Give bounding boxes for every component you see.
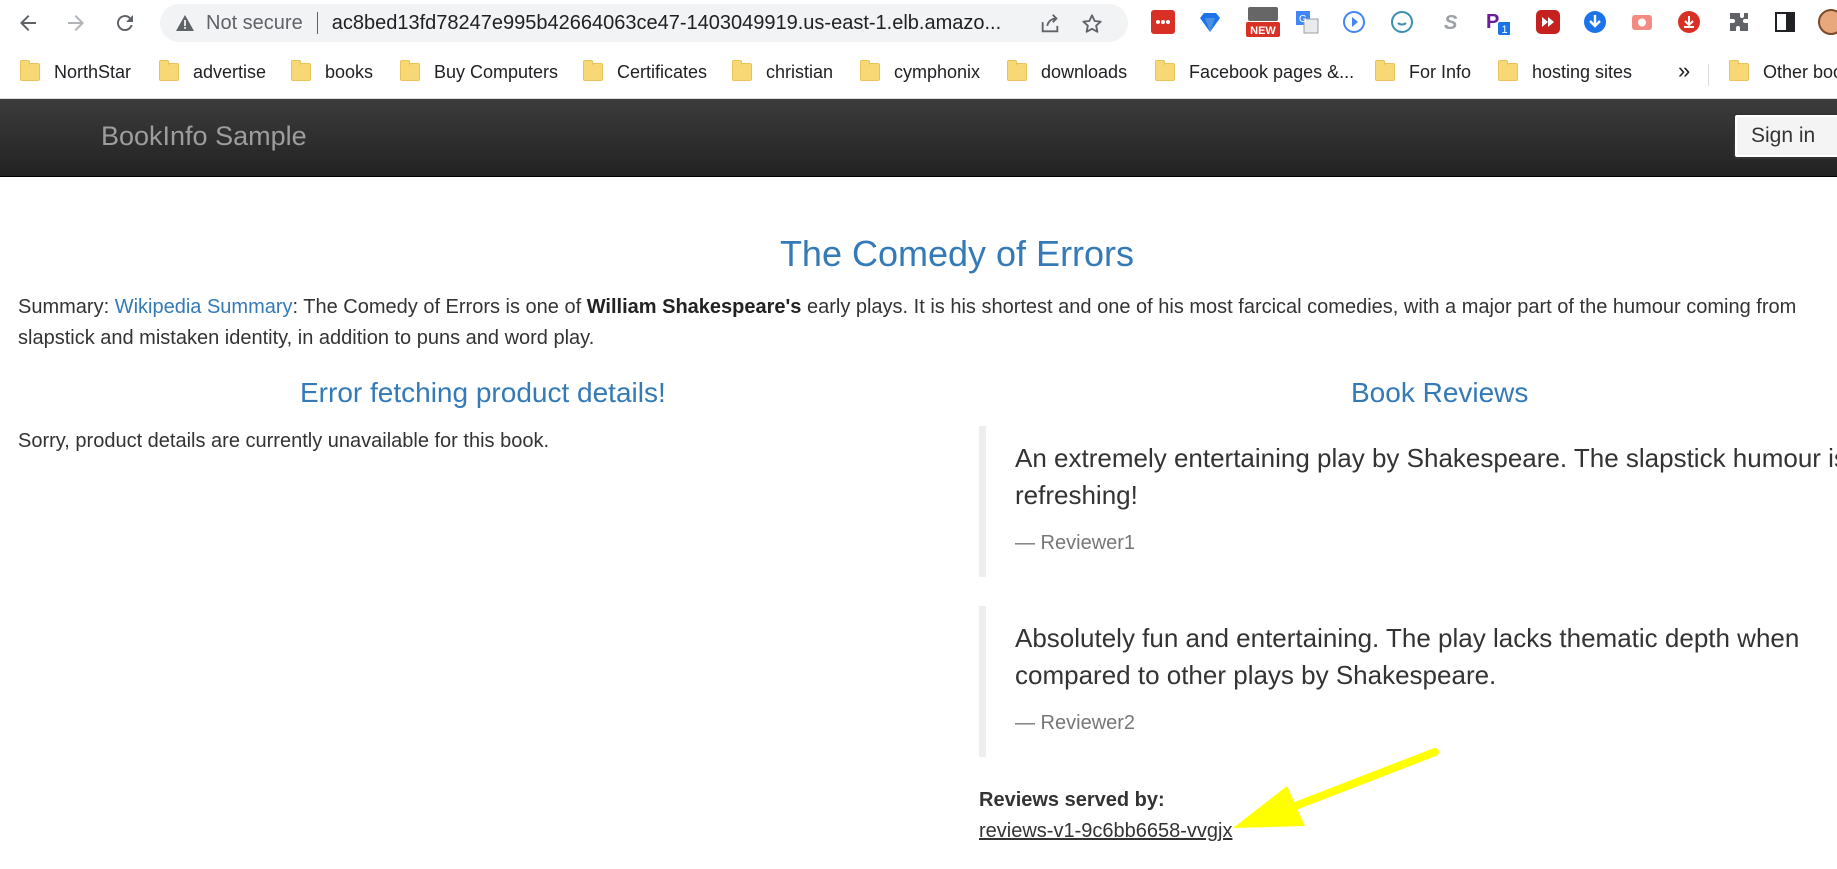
extension-forward-icon[interactable] [1535, 9, 1561, 35]
details-error-heading: Error fetching product details! [300, 377, 666, 408]
extension-new-icon[interactable]: NEW [1243, 7, 1283, 37]
page-title: The Comedy of Errors [779, 233, 1135, 274]
bookmarks-bar: NorthStar advertise books Buy Computers … [0, 46, 1837, 99]
folder-icon [1375, 60, 1395, 81]
reload-button[interactable] [108, 6, 142, 40]
bookmark-label: cymphonix [894, 61, 981, 82]
folder-icon [583, 60, 603, 81]
book-reviews-heading: Book Reviews [1351, 377, 1529, 408]
extension-p-icon[interactable]: P1 [1484, 9, 1510, 36]
bookmark-downloads[interactable]: downloads [1007, 58, 1127, 86]
back-button[interactable] [11, 6, 45, 40]
svg-text:G: G [1299, 14, 1307, 25]
share-icon[interactable] [1038, 12, 1062, 36]
review-author: — Reviewer1 [1015, 532, 1136, 554]
extensions-puzzle-icon[interactable] [1726, 9, 1752, 35]
extension-diamond-icon[interactable] [1197, 9, 1223, 35]
extension-download-icon[interactable] [1582, 9, 1608, 35]
browser-toolbar: Not secure ac8bed13fd78247e995b42664063c… [0, 0, 1837, 46]
review-author: — Reviewer2 [1015, 712, 1136, 734]
bookmark-label: For Info [1409, 61, 1472, 82]
bookmark-label: Certificates [617, 61, 708, 82]
navbar-brand[interactable]: BookInfo Sample [101, 121, 307, 152]
wikipedia-summary-link[interactable]: Wikipedia Summary [115, 296, 293, 318]
folder-icon [1155, 60, 1175, 81]
summary-text-1: : The Comedy of Errors is one of [292, 296, 587, 318]
folder-icon [400, 60, 420, 81]
extension-red-dots-icon[interactable] [1150, 9, 1176, 35]
bookmark-label: NorthStar [54, 61, 132, 82]
bookmark-star-icon[interactable] [1080, 12, 1104, 36]
extension-translate-icon[interactable]: G [1294, 9, 1320, 35]
review-item: Absolutely fun and entertaining. The pla… [979, 606, 1837, 757]
svg-text:P: P [1486, 11, 1499, 33]
extension-s-icon[interactable]: S [1437, 9, 1463, 35]
bookmark-advertise[interactable]: advertise [159, 58, 266, 86]
bookmark-northstar[interactable]: NorthStar [20, 58, 131, 86]
forward-arrow-icon [68, 15, 84, 31]
back-arrow-icon [20, 15, 36, 31]
security-label[interactable]: Not secure [206, 12, 303, 35]
folder-icon [159, 60, 179, 81]
bookmark-certificates[interactable]: Certificates [583, 58, 707, 86]
profile-avatar[interactable] [1818, 9, 1837, 35]
bookmark-label: hosting sites [1532, 61, 1633, 82]
bookmark-buy-computers[interactable]: Buy Computers [400, 58, 558, 86]
extension-save-icon[interactable] [1676, 9, 1702, 35]
folder-icon [1007, 60, 1027, 81]
forward-button[interactable] [59, 6, 93, 40]
extension-badge-count: 1 [1501, 24, 1507, 36]
new-badge: NEW [1250, 25, 1276, 37]
folder-icon [732, 60, 752, 81]
bookmark-label: christian [766, 61, 834, 82]
summary-prefix: Summary: [18, 296, 115, 318]
bookmark-label: Buy Computers [434, 61, 559, 82]
folder-icon [1498, 60, 1518, 81]
site-navbar: BookInfo Sample Sign in [0, 99, 1837, 177]
url-text[interactable]: ac8bed13fd78247e995b42664063ce47-1403049… [332, 12, 1026, 35]
address-bar[interactable]: Not secure ac8bed13fd78247e995b42664063c… [160, 4, 1128, 42]
extension-chat-icon[interactable] [1389, 9, 1415, 35]
sign-in-button[interactable]: Sign in [1733, 113, 1837, 159]
bookmark-label: books [325, 61, 374, 82]
annotation-arrow-icon [1233, 748, 1439, 828]
reviews-served-by-label: Reviews served by: [979, 789, 1165, 811]
folder-icon [291, 60, 311, 81]
bookmark-label: Facebook pages &... [1189, 61, 1355, 82]
folder-icon [860, 60, 880, 81]
summary-bold-author: William Shakespeare's [586, 296, 802, 318]
bookmark-books[interactable]: books [291, 58, 373, 86]
extension-camera-icon[interactable] [1629, 9, 1655, 35]
bookmark-label: downloads [1041, 61, 1128, 82]
bookmark-christian[interactable]: christian [732, 58, 833, 86]
bookmark-label: Other boo [1763, 61, 1837, 82]
bookmark-label: advertise [193, 61, 267, 82]
folder-icon [1729, 60, 1749, 81]
review-text: An extremely entertaining play by Shakes… [1015, 443, 1837, 510]
more-bookmarks-button[interactable]: » [1678, 58, 1690, 84]
product-summary: Summary: Wikipedia Summary: The Comedy o… [18, 292, 1837, 354]
svg-text:S: S [1444, 12, 1458, 34]
reload-icon [116, 15, 133, 32]
bookmark-facebook-pages[interactable]: Facebook pages &... [1155, 58, 1354, 86]
review-text: Absolutely fun and entertaining. The pla… [1015, 623, 1800, 690]
bookmark-for-info[interactable]: For Info [1375, 58, 1471, 86]
bookmarks-divider [1708, 64, 1709, 86]
reviews-served-by-pod[interactable]: reviews-v1-9c6bb6658-vvgjx [979, 820, 1232, 843]
folder-icon [20, 60, 40, 81]
side-panel-icon[interactable] [1772, 9, 1798, 35]
extension-play-icon[interactable] [1341, 9, 1367, 35]
bookmark-cymphonix[interactable]: cymphonix [860, 58, 980, 86]
review-item: An extremely entertaining play by Shakes… [979, 426, 1837, 577]
warning-icon [176, 14, 194, 32]
bookmark-other[interactable]: Other boo [1729, 58, 1837, 86]
details-error-message: Sorry, product details are currently una… [18, 430, 550, 452]
bookmark-hosting-sites[interactable]: hosting sites [1498, 58, 1632, 86]
omnibox-separator [316, 12, 318, 34]
